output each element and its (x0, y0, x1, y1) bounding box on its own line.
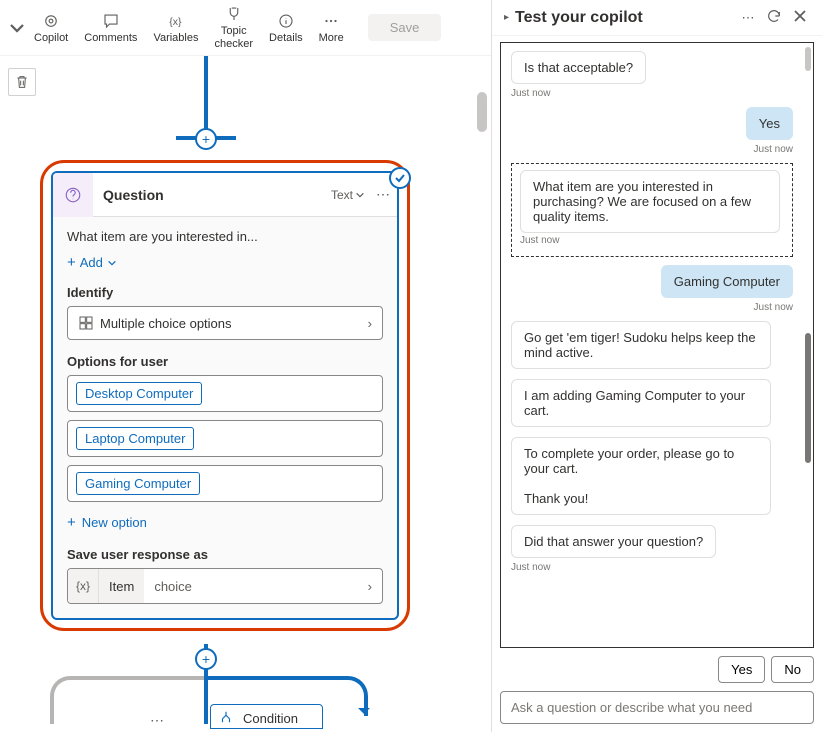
variable-selector[interactable]: {x} Item choice › (67, 568, 383, 604)
tracked-message: What item are you interested in purchasi… (511, 163, 793, 257)
topic-checker-button[interactable]: Topic checker (206, 1, 261, 53)
option-input[interactable]: Gaming Computer (67, 465, 383, 502)
refresh-icon[interactable] (764, 8, 784, 27)
details-button[interactable]: Details (261, 8, 311, 48)
save-response-label: Save user response as (67, 547, 383, 562)
svg-text:{x}: {x} (169, 15, 182, 27)
trash-icon[interactable] (8, 68, 36, 96)
options-label: Options for user (67, 354, 383, 369)
user-message[interactable]: Gaming Computer (661, 265, 793, 298)
node-more-icon[interactable]: ⋯ (369, 186, 397, 203)
branch-more[interactable]: ⋯ (150, 712, 166, 729)
checkmark-icon (389, 167, 411, 189)
variables-button[interactable]: {x}Variables (145, 8, 206, 48)
chat-scrollbar[interactable] (805, 47, 811, 71)
option-input[interactable]: Desktop Computer (67, 375, 383, 412)
highlight-annotation: Question Text ⋯ What item are you intere… (40, 160, 410, 631)
branch-icon (219, 710, 233, 727)
timestamp: Just now (511, 302, 793, 313)
node-title: Question (93, 187, 327, 203)
add-button[interactable]: +Add (67, 254, 117, 271)
identify-selector[interactable]: Multiple choice options › (67, 306, 383, 340)
question-text[interactable]: What item are you interested in... (67, 229, 383, 244)
timestamp: Just now (511, 88, 793, 99)
timestamp: Just now (520, 235, 784, 246)
bot-message[interactable]: I am adding Gaming Computer to your cart… (511, 379, 771, 427)
toolbar: Copilot Comments {x}Variables Topic chec… (0, 0, 491, 56)
variable-icon: {x} (68, 569, 98, 603)
close-icon[interactable] (790, 9, 810, 26)
test-panel-title: Test your copilot (515, 9, 732, 27)
text-variation-dropdown[interactable]: Text (327, 188, 369, 202)
chat-input[interactable]: Ask a question or describe what you need (500, 691, 814, 724)
timestamp: Just now (511, 144, 793, 155)
more-button[interactable]: More (311, 8, 352, 48)
bot-message[interactable]: Go get 'em tiger! Sudoku helps keep the … (511, 321, 771, 369)
condition-node[interactable]: Condition (210, 704, 323, 729)
timestamp: Just now (511, 562, 793, 573)
chevron-right-icon: › (358, 579, 382, 594)
copilot-button[interactable]: Copilot (26, 8, 76, 48)
question-node[interactable]: Question Text ⋯ What item are you intere… (51, 171, 399, 620)
canvas-scrollbar[interactable] (477, 92, 487, 132)
bot-message[interactable]: To complete your order, please go to you… (511, 437, 771, 515)
comments-button[interactable]: Comments (76, 8, 145, 48)
arrow-annotation (661, 42, 701, 47)
suggested-no[interactable]: No (771, 656, 814, 683)
authoring-canvas[interactable]: + Question Text ⋯ What item are you inte… (0, 56, 491, 732)
panel-more-icon[interactable]: ⋯ (738, 10, 758, 26)
suggested-yes[interactable]: Yes (718, 656, 765, 683)
bot-message[interactable]: What item are you interested in purchasi… (520, 170, 780, 233)
new-option-button[interactable]: +New option (67, 514, 147, 531)
chat-window: Is that acceptable? Just now Yes Just no… (500, 42, 814, 648)
bot-message[interactable]: Is that acceptable? (511, 51, 646, 84)
add-node-bottom[interactable]: + (195, 648, 217, 670)
user-message[interactable]: Yes (746, 107, 793, 140)
collapse-icon[interactable]: ▸ (504, 12, 509, 23)
add-node-top[interactable]: + (195, 128, 217, 150)
toolbar-dropdown-icon[interactable] (8, 19, 26, 37)
save-button: Save (368, 14, 442, 41)
option-input[interactable]: Laptop Computer (67, 420, 383, 457)
test-panel: ▸ Test your copilot ⋯ Is that acceptable… (492, 0, 822, 732)
identify-label: Identify (67, 285, 383, 300)
chat-scrollbar[interactable] (805, 333, 811, 463)
chevron-right-icon: › (368, 316, 372, 331)
question-icon (53, 173, 93, 217)
bot-message[interactable]: Did that answer your question? (511, 525, 716, 558)
